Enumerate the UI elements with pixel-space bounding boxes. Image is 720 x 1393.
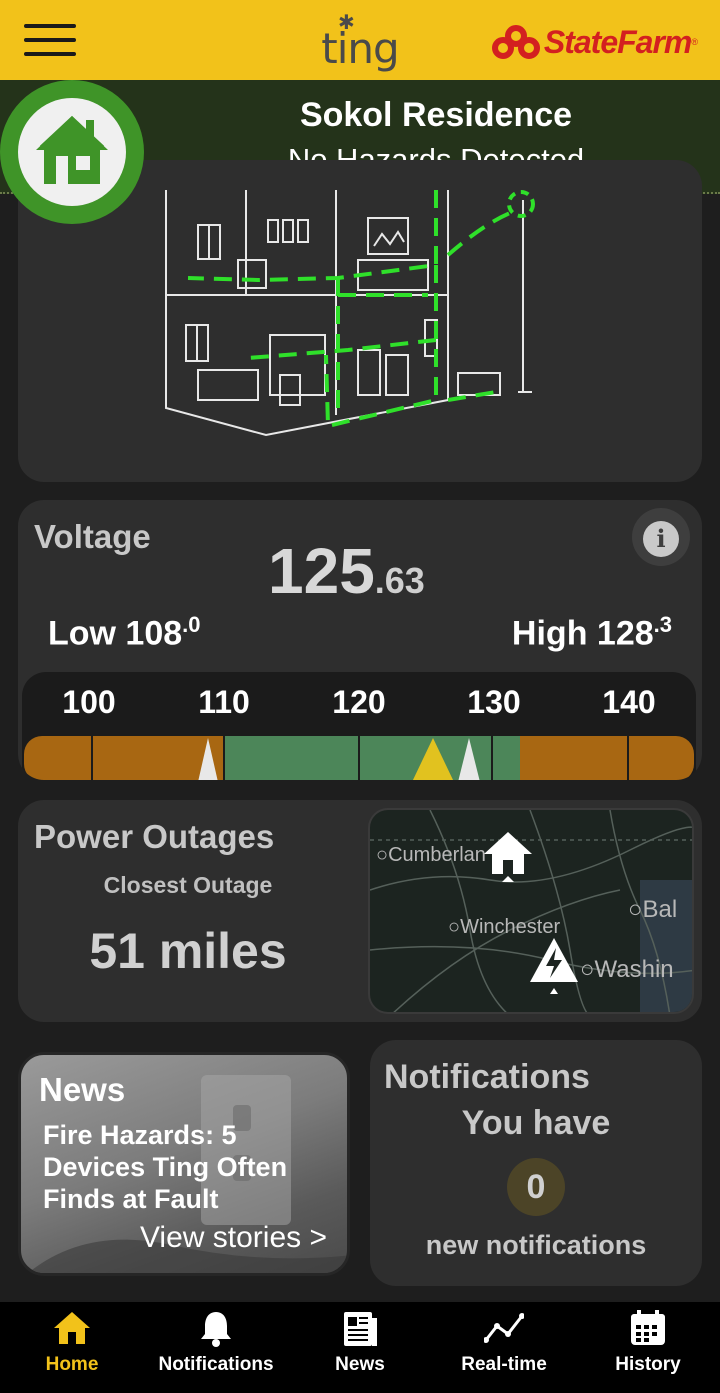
nav-label: Notifications (158, 1354, 274, 1375)
map-label-baltimore: ○Bal (628, 896, 678, 923)
house-diagram-card[interactable] (18, 160, 702, 482)
scale-tick-label: 140 (602, 684, 656, 720)
nav-label: News (335, 1354, 385, 1375)
power-outages-card[interactable]: Power Outages Closest Outage 51 miles ○C… (18, 800, 702, 1022)
nav-real-time[interactable]: Real-time (432, 1302, 576, 1393)
voltage-label: Voltage (34, 518, 151, 555)
nav-label: Home (45, 1354, 99, 1375)
voltage-gauge-bar (24, 736, 694, 780)
home-icon (54, 1312, 90, 1344)
outage-alert-icon (530, 938, 578, 994)
notifications-title: Notifications (384, 1058, 590, 1096)
nav-history[interactable]: History (576, 1302, 720, 1393)
nav-notifications[interactable]: Notifications (144, 1302, 288, 1393)
hamburger-menu-icon[interactable] (24, 24, 76, 56)
voltage-value: 125.63 (268, 535, 425, 607)
notification-count-badge: 0 (507, 1158, 565, 1216)
line-graph-icon (484, 1313, 524, 1343)
house-wiring-diagram (165, 190, 535, 437)
scale-tick-label: 100 (62, 684, 116, 720)
outages-title: Power Outages (34, 818, 275, 855)
notifications-you-have: You have (461, 1104, 611, 1142)
nav-home[interactable]: Home (0, 1302, 144, 1393)
voltage-card[interactable]: Voltage 125.63 i Low 108.0 High 128.3 10… (18, 500, 702, 780)
warning-zone-low (24, 736, 224, 780)
high-voltage: High 128.3 (511, 612, 672, 653)
calendar-icon (631, 1310, 665, 1345)
residence-name: Sokol Residence (299, 96, 573, 134)
bottom-navigation: Home Notifications News Real-time Histor… (0, 1302, 720, 1393)
top-bar: ✱ ting StateFarm ® (0, 0, 720, 80)
info-icon: i (643, 521, 679, 557)
home-icon (36, 115, 108, 184)
scale-tick-label: 130 (467, 684, 521, 720)
scale-tick-label: 110 (198, 684, 250, 720)
map-label-cumberland: ○Cumberlan (376, 844, 486, 866)
closest-outage-label: Closest Outage (103, 872, 273, 898)
news-card[interactable]: News Fire Hazards: 5 Devices Ting Often … (18, 1052, 350, 1276)
news-title: News (39, 1071, 126, 1108)
notifications-new-label: new notifications (425, 1230, 647, 1260)
voltage-scale: 100 110 120 130 140 (22, 672, 696, 780)
ting-logo: ✱ ting (321, 12, 399, 73)
outage-map[interactable]: ○Cumberlan ○Winchester ○Bal ○Washin (368, 808, 694, 1014)
nav-label: History (615, 1354, 681, 1375)
nav-news[interactable]: News (288, 1302, 432, 1393)
view-stories-link[interactable]: View stories > (140, 1221, 327, 1255)
nav-label: Real-time (461, 1354, 547, 1375)
home-status-badge (0, 80, 144, 224)
home-location-icon (484, 832, 532, 882)
warning-zone-high (520, 736, 694, 780)
news-headline[interactable]: Fire Hazards: 5 Devices Ting Often Finds… (43, 1119, 333, 1215)
state-farm-rings-icon (491, 25, 540, 59)
low-voltage: Low 108.0 (48, 612, 201, 653)
newspaper-icon (344, 1312, 377, 1346)
map-label-washington: ○Washin (580, 956, 674, 983)
scale-tick-label: 120 (332, 684, 386, 720)
notifications-card[interactable]: Notifications You have 0 new notificatio… (370, 1040, 702, 1286)
bell-icon (201, 1312, 231, 1347)
info-button[interactable]: i (632, 508, 690, 566)
outage-distance: 51 miles (89, 923, 287, 979)
state-farm-logo: StateFarm ® (491, 22, 698, 62)
